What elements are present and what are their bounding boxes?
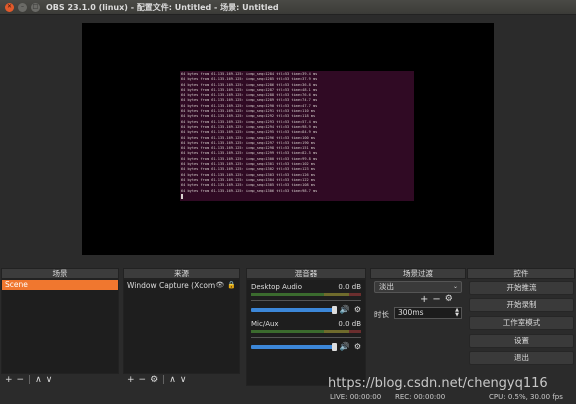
window-title: OBS 23.1.0 (linux) - 配置文件: Untitled - 场景… <box>46 2 279 12</box>
gear-icon[interactable]: ⚙ <box>354 342 361 351</box>
settings-button[interactable]: 设置 <box>469 334 574 348</box>
start-recording-button[interactable]: 开始录制 <box>469 298 574 312</box>
transitions-header: 场景过渡 <box>370 268 466 279</box>
duration-label: 时长 <box>374 310 389 319</box>
transition-select[interactable]: 淡出 ⌄ <box>374 281 462 293</box>
move-scene-down-button[interactable]: ∨ <box>46 375 53 385</box>
scenes-list[interactable]: Scene <box>1 279 119 374</box>
sources-list[interactable]: Window Capture (Xcompo 👁 🔒 <box>123 279 240 374</box>
controls-header: 控件 <box>467 268 575 279</box>
sources-toolbar: + − ⚙ | ∧ ∨ <box>123 374 240 386</box>
scenes-header: 场景 <box>1 268 119 279</box>
add-scene-button[interactable]: + <box>5 375 13 385</box>
cpu-fps-readout: CPU: 0.5%, 30.00 fps <box>489 393 563 401</box>
move-source-down-button[interactable]: ∨ <box>180 375 187 385</box>
volume-fader[interactable] <box>251 305 337 314</box>
gear-icon[interactable]: ⚙ <box>354 305 361 314</box>
toolbar-divider: | <box>28 375 32 385</box>
scenes-toolbar: + − | ∧ ∨ <box>1 374 119 386</box>
channel-level: 0.0 dB <box>338 320 361 328</box>
mixer-channel-mic-aux: Mic/Aux 0.0 dB 🔊 ⚙ <box>247 317 365 353</box>
speaker-icon[interactable]: 🔊 <box>340 305 350 314</box>
preview-area: 64 bytes from 61.135.169.125: icmp_seq=1… <box>0 15 576 265</box>
mixer-header: 混音器 <box>246 268 366 279</box>
toolbar-divider: | <box>162 375 166 385</box>
meter-scale <box>251 297 361 301</box>
title-bar: ✕ – □ OBS 23.1.0 (linux) - 配置文件: Untitle… <box>0 0 576 15</box>
channel-level: 0.0 dB <box>338 283 361 291</box>
preview-canvas[interactable]: 64 bytes from 61.135.169.125: icmp_seq=1… <box>82 23 494 255</box>
terminal-cursor-line <box>181 193 413 201</box>
watermark-text: https://blog.csdn.net/chengyq116 <box>328 376 548 391</box>
remove-source-button[interactable]: − <box>139 375 147 385</box>
remove-transition-button[interactable]: − <box>432 294 440 305</box>
fader-handle[interactable] <box>331 342 337 351</box>
speaker-icon[interactable]: 🔊 <box>340 342 350 351</box>
move-scene-up-button[interactable]: ∧ <box>35 375 42 385</box>
status-bar: LIVE: 00:00:00 REC: 00:00:00 CPU: 0.5%, … <box>0 390 576 404</box>
transition-gear-icon[interactable]: ⚙ <box>445 294 453 305</box>
volume-meter <box>251 293 361 296</box>
maximize-window-icon[interactable]: □ <box>31 2 40 12</box>
sources-header: 来源 <box>123 268 240 279</box>
eye-icon[interactable]: 👁 <box>215 280 224 291</box>
duration-value: 300ms <box>398 308 424 317</box>
terminal-cursor <box>181 193 183 199</box>
source-item[interactable]: Window Capture (Xcompo 👁 🔒 <box>124 280 239 291</box>
start-streaming-button[interactable]: 开始推流 <box>469 281 574 295</box>
spin-down-icon[interactable]: ▼ <box>455 312 459 318</box>
fader-handle[interactable] <box>331 305 337 314</box>
close-window-icon[interactable]: ✕ <box>5 2 14 12</box>
rec-timer: REC: 00:00:00 <box>395 393 446 401</box>
exit-button[interactable]: 退出 <box>469 351 574 365</box>
channel-name: Mic/Aux <box>251 320 279 328</box>
transition-select-value: 淡出 <box>379 282 394 291</box>
mixer-channel-desktop-audio: Desktop Audio 0.0 dB 🔊 ⚙ <box>247 280 365 316</box>
studio-mode-button[interactable]: 工作室模式 <box>469 316 574 330</box>
volume-meter <box>251 330 361 333</box>
meter-scale <box>251 334 361 338</box>
add-transition-button[interactable]: + <box>420 294 428 305</box>
channel-name: Desktop Audio <box>251 283 302 291</box>
remove-scene-button[interactable]: − <box>17 375 25 385</box>
lock-icon[interactable]: 🔒 <box>227 280 236 291</box>
chevron-down-icon: ⌄ <box>452 283 458 290</box>
mixer-panel: Desktop Audio 0.0 dB 🔊 ⚙ Mic/Aux 0.0 dB … <box>246 279 366 386</box>
minimize-window-icon[interactable]: – <box>18 2 27 12</box>
scene-item[interactable]: Scene <box>2 280 118 290</box>
volume-fader[interactable] <box>251 342 337 351</box>
terminal-capture: 64 bytes from 61.135.169.125: icmp_seq=1… <box>180 71 414 201</box>
source-item-label: Window Capture (Xcompo <box>127 281 216 290</box>
add-source-button[interactable]: + <box>127 375 135 385</box>
transition-buttons: + − ⚙ <box>420 294 453 305</box>
duration-spinner[interactable]: ▲ ▼ <box>455 308 459 318</box>
source-properties-gear-icon[interactable]: ⚙ <box>150 375 158 385</box>
live-timer: LIVE: 00:00:00 <box>330 393 382 401</box>
move-source-up-button[interactable]: ∧ <box>169 375 176 385</box>
duration-input[interactable]: 300ms ▲ ▼ <box>394 307 462 319</box>
